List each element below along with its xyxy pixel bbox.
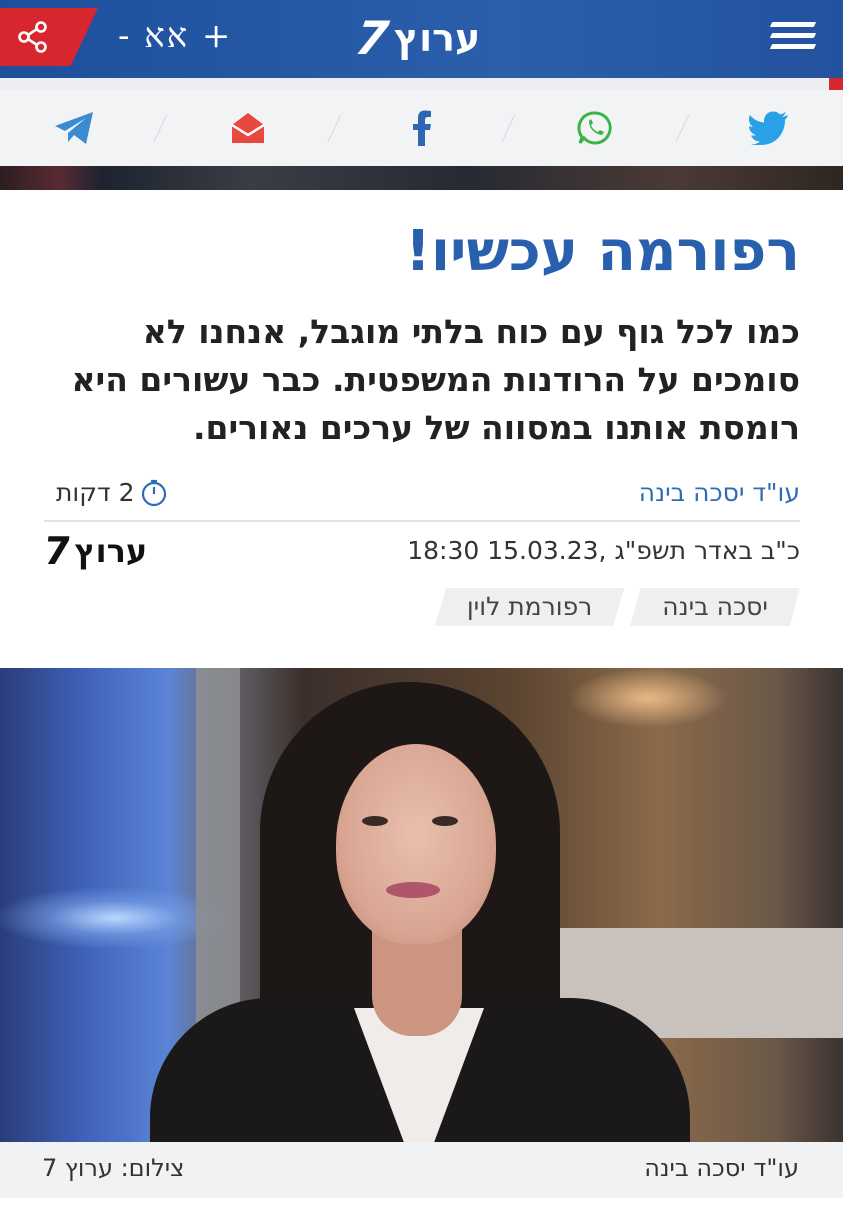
separator [501,114,516,142]
twitter-icon[interactable] [747,106,791,150]
header-accent [829,78,843,90]
source-logo: 7 ערוץ [40,529,148,573]
previous-photo-strip [0,166,843,190]
share-button[interactable] [0,8,98,66]
article-meta: עו"ד יסכה בינה 2 דקות [56,476,800,512]
article-photo [0,668,843,1142]
publish-date: כ"ב באדר תשפ"ג ,15.03.23 18:30 [407,536,800,565]
share-icon [18,21,47,53]
tag-list: יסכה בינה רפורמת לוין [434,588,800,626]
logo-word: ערוץ [394,16,481,60]
tag-item[interactable]: יסכה בינה [630,588,800,626]
separator [675,114,689,142]
facebook-icon[interactable] [400,106,444,150]
tag-item[interactable]: רפורמת לוין [434,588,625,626]
email-icon[interactable] [226,106,270,150]
photo-caption: עו"ד יסכה בינה צילום: ערוץ 7 [0,1142,843,1198]
share-bar [0,90,843,166]
font-size-control[interactable]: - אא + [118,16,232,56]
source-logo-number: 7 [40,529,74,573]
article-header: רפורמה עכשיו! כמו לכל גוף עם כוח בלתי מו… [40,190,800,452]
site-logo[interactable]: 7 ערוץ [352,11,481,65]
author-link[interactable]: עו"ד יסכה בינה [639,478,800,507]
logo-number: 7 [352,11,392,65]
read-time: 2 דקות [56,478,168,507]
separator [327,114,342,142]
whatsapp-icon[interactable] [573,106,617,150]
top-header-bar: - אא + 7 ערוץ [0,0,843,78]
meta-divider [44,520,800,522]
read-time-label: 2 דקות [56,478,135,507]
header-divider [0,78,829,90]
date-row: 7 ערוץ כ"ב באדר תשפ"ג ,15.03.23 18:30 [40,529,800,573]
telegram-icon[interactable] [52,106,96,150]
separator [154,114,168,142]
hamburger-menu-icon[interactable] [769,22,817,56]
article-subtitle: כמו לכל גוף עם כוח בלתי מוגבל, אנחנו לא … [71,312,800,448]
article-headline: רפורמה עכשיו! [405,219,800,284]
stopwatch-icon [142,479,167,506]
source-logo-word: ערוץ [74,532,148,570]
caption-credit: צילום: ערוץ 7 [42,1154,185,1182]
caption-name: עו"ד יסכה בינה [644,1154,799,1182]
